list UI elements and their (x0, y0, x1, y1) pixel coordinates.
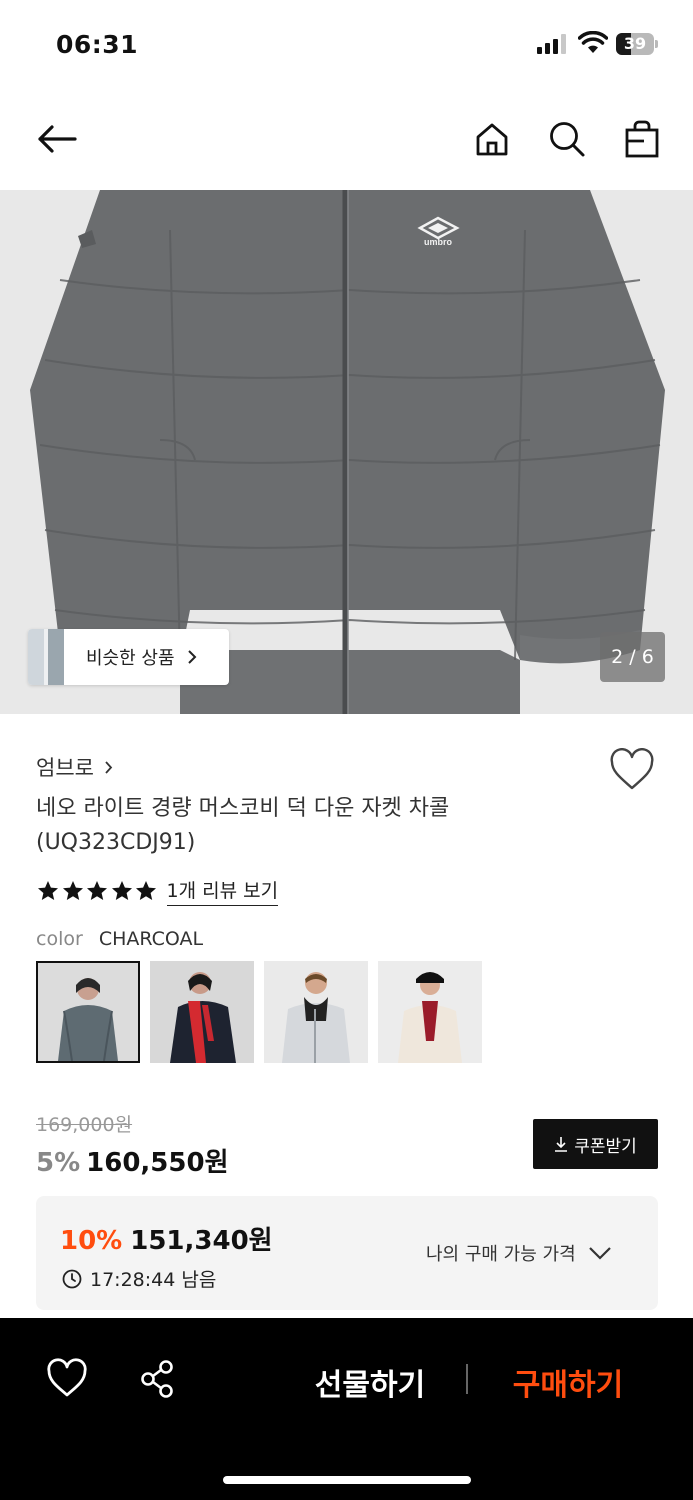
umbro-logo-text: umbro (424, 237, 453, 247)
signal-icon (537, 34, 566, 54)
swatch-image (150, 961, 254, 1063)
top-nav (0, 90, 693, 190)
home-button[interactable] (467, 114, 517, 164)
rating-row: 1개 리뷰 보기 (36, 876, 279, 906)
chevron-down-icon (588, 1247, 611, 1260)
original-price: 169,000원 (36, 1114, 133, 1136)
heart-icon (47, 1358, 87, 1397)
review-link[interactable]: 1개 리뷰 보기 (166, 876, 279, 906)
home-indicator (223, 1476, 471, 1484)
color-value: CHARCOAL (98, 928, 204, 950)
color-swatches (36, 961, 492, 1063)
share-button[interactable] (136, 1358, 182, 1402)
shopping-bag-icon (625, 120, 659, 158)
available-price-toggle[interactable]: 나의 구매 가능 가격 (426, 1240, 612, 1266)
swatch-image (264, 961, 368, 1063)
status-time: 06:31 (56, 30, 139, 59)
member-price-row: 10% 151,340원 (60, 1220, 273, 1257)
share-icon (141, 1360, 173, 1398)
swatch-image (38, 963, 138, 1061)
status-bar: 06:31 39 (0, 0, 693, 90)
battery-icon: 39 (616, 33, 658, 55)
member-price-box: 10% 151,340원 17:28:44 남음 나의 구매 가능 가격 (36, 1196, 658, 1310)
member-discount-rate: 10% (60, 1226, 123, 1256)
brand-link[interactable]: 엄브로 (36, 752, 113, 782)
wishlist-button[interactable] (608, 748, 658, 796)
color-swatch-light-gray[interactable] (264, 961, 368, 1063)
sale-price: 160,550원 (86, 1148, 229, 1178)
sale-price-row: 5% 160,550원 (36, 1142, 229, 1179)
star-icon (87, 881, 107, 900)
download-icon (555, 1137, 568, 1152)
buy-button[interactable]: 구매하기 (498, 1360, 638, 1404)
cart-button[interactable] (617, 114, 667, 164)
star-icon (38, 881, 58, 900)
discount-rate: 5% (36, 1148, 81, 1178)
clock-icon (62, 1269, 82, 1288)
star-icon (136, 881, 156, 900)
similar-product-thumbnail (28, 629, 64, 685)
timer-text: 17:28:44 남음 (90, 1269, 217, 1291)
coupon-label: 쿠폰받기 (574, 1136, 637, 1157)
heart-icon (610, 748, 654, 790)
divider (466, 1364, 468, 1394)
member-price: 151,340원 (130, 1226, 273, 1256)
search-icon (550, 122, 585, 157)
battery-level: 39 (623, 34, 647, 53)
coupon-download-button[interactable]: 쿠폰받기 (533, 1119, 658, 1169)
color-swatch-ivory[interactable] (378, 961, 482, 1063)
countdown-timer: 17:28:44 남음 (62, 1265, 216, 1292)
available-price-label: 나의 구매 가능 가격 (426, 1244, 576, 1265)
chevron-right-icon (105, 760, 113, 774)
search-button[interactable] (542, 114, 592, 164)
chevron-right-icon (187, 650, 196, 664)
similar-products-label: 비슷한 상품 (86, 648, 175, 669)
bottom-wishlist-button[interactable] (44, 1358, 92, 1402)
color-swatch-navy[interactable] (150, 961, 254, 1063)
swatch-image (378, 961, 482, 1063)
gift-button[interactable]: 선물하기 (300, 1360, 440, 1404)
product-title: 네오 라이트 경량 머스코비 덕 다운 자켓 차콜 (UQ323CDJ91) (36, 796, 450, 855)
color-row: color CHARCOAL (36, 928, 203, 950)
similar-products-button[interactable]: 비슷한 상품 (28, 629, 229, 685)
rating-stars (36, 879, 159, 903)
wifi-icon (578, 31, 608, 53)
star-icon (111, 881, 132, 900)
star-icon (62, 881, 83, 900)
back-arrow-icon (38, 125, 77, 153)
home-icon (476, 123, 508, 156)
bottom-action-bar: 선물하기 구매하기 (0, 1318, 693, 1500)
color-swatch-charcoal[interactable] (36, 961, 140, 1063)
brand-name: 엄브로 (36, 756, 94, 780)
color-label: color (36, 928, 83, 950)
back-button[interactable] (32, 114, 82, 164)
product-image-carousel[interactable]: umbro 비슷한 상품 2 / 6 (0, 190, 693, 714)
image-page-indicator: 2 / 6 (600, 632, 665, 682)
